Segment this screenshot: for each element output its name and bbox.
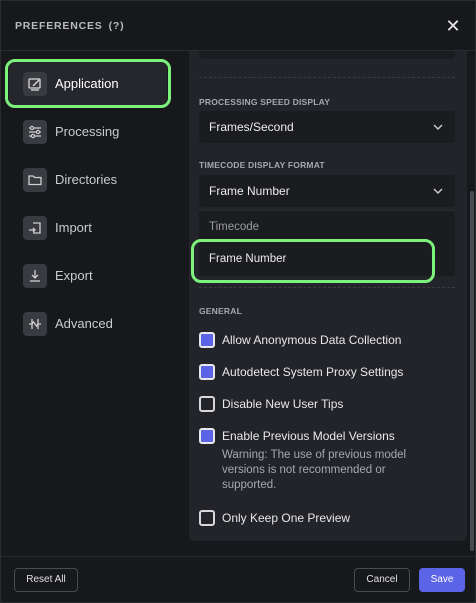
option-label: Timecode bbox=[209, 221, 260, 233]
cancel-button[interactable]: Cancel bbox=[354, 568, 410, 592]
checkbox-previous-model-versions[interactable] bbox=[199, 428, 215, 444]
save-button[interactable]: Save bbox=[419, 568, 465, 592]
help-link[interactable]: (?) bbox=[109, 20, 125, 32]
reset-all-button[interactable]: Reset All bbox=[14, 568, 78, 592]
sidebar-item-processing[interactable]: Processing bbox=[9, 109, 167, 155]
dialog-footer: Reset All Cancel Save bbox=[1, 556, 475, 602]
warning-text: Warning: The use of previous model versi… bbox=[222, 449, 407, 491]
highlight-annotation bbox=[191, 239, 435, 283]
timecode-format-label: TIMECODE DISPLAY FORMAT bbox=[199, 160, 325, 170]
checkbox-anonymous-data[interactable] bbox=[199, 332, 215, 348]
divider bbox=[199, 77, 455, 78]
checkbox-proxy-settings[interactable] bbox=[199, 364, 215, 380]
top-input-field[interactable] bbox=[199, 51, 455, 59]
close-icon[interactable]: ✕ bbox=[441, 14, 465, 38]
preferences-content: PROCESSING SPEED DISPLAY Frames/Second T… bbox=[189, 51, 467, 541]
checkbox-one-preview[interactable] bbox=[199, 510, 215, 526]
sidebar-item-advanced[interactable]: Advanced bbox=[9, 301, 167, 347]
dialog-title: PREFERENCES (?) bbox=[15, 20, 124, 32]
processing-speed-select[interactable]: Frames/Second bbox=[199, 111, 455, 143]
processing-speed-value: Frames/Second bbox=[209, 120, 294, 134]
processing-speed-label: PROCESSING SPEED DISPLAY bbox=[199, 97, 331, 107]
sidebar-item-label: Advanced bbox=[55, 316, 113, 331]
sidebar: Application Processing Directories Impor… bbox=[1, 51, 179, 556]
divider bbox=[199, 287, 455, 288]
sidebar-item-label: Processing bbox=[55, 124, 120, 139]
dialog-header: PREFERENCES (?) ✕ bbox=[1, 1, 475, 51]
preferences-dialog: PREFERENCES (?) ✕ Application Processing … bbox=[0, 0, 476, 603]
folder-icon bbox=[23, 168, 47, 192]
checkbox-label: Only Keep One Preview bbox=[222, 511, 351, 525]
checkbox-label: Autodetect System Proxy Settings bbox=[222, 365, 404, 379]
highlight-annotation bbox=[5, 59, 171, 108]
scrollbar[interactable] bbox=[470, 191, 474, 551]
sidebar-item-directories[interactable]: Directories bbox=[9, 157, 167, 203]
sidebar-item-label: Export bbox=[55, 268, 93, 283]
sidebar-item-label: Import bbox=[55, 220, 92, 235]
export-icon bbox=[23, 264, 47, 288]
chevron-down-icon bbox=[433, 188, 443, 194]
timecode-format-select[interactable]: Frame Number bbox=[199, 175, 455, 207]
general-label: GENERAL bbox=[199, 306, 242, 316]
advanced-icon bbox=[23, 312, 47, 336]
import-icon bbox=[23, 216, 47, 240]
timecode-format-value: Frame Number bbox=[209, 184, 290, 198]
checkbox-label: Allow Anonymous Data Collection bbox=[222, 333, 402, 347]
sidebar-item-import[interactable]: Import bbox=[9, 205, 167, 251]
checkbox-label: Disable New User Tips bbox=[222, 397, 344, 411]
dialog-title-text: PREFERENCES bbox=[15, 20, 103, 32]
sidebar-item-export[interactable]: Export bbox=[9, 253, 167, 299]
sliders-icon bbox=[23, 120, 47, 144]
sidebar-item-label: Directories bbox=[55, 172, 118, 187]
chevron-down-icon bbox=[433, 124, 443, 130]
checkbox-label: Enable Previous Model Versions bbox=[222, 429, 395, 443]
checkbox-disable-tips[interactable] bbox=[199, 396, 215, 412]
